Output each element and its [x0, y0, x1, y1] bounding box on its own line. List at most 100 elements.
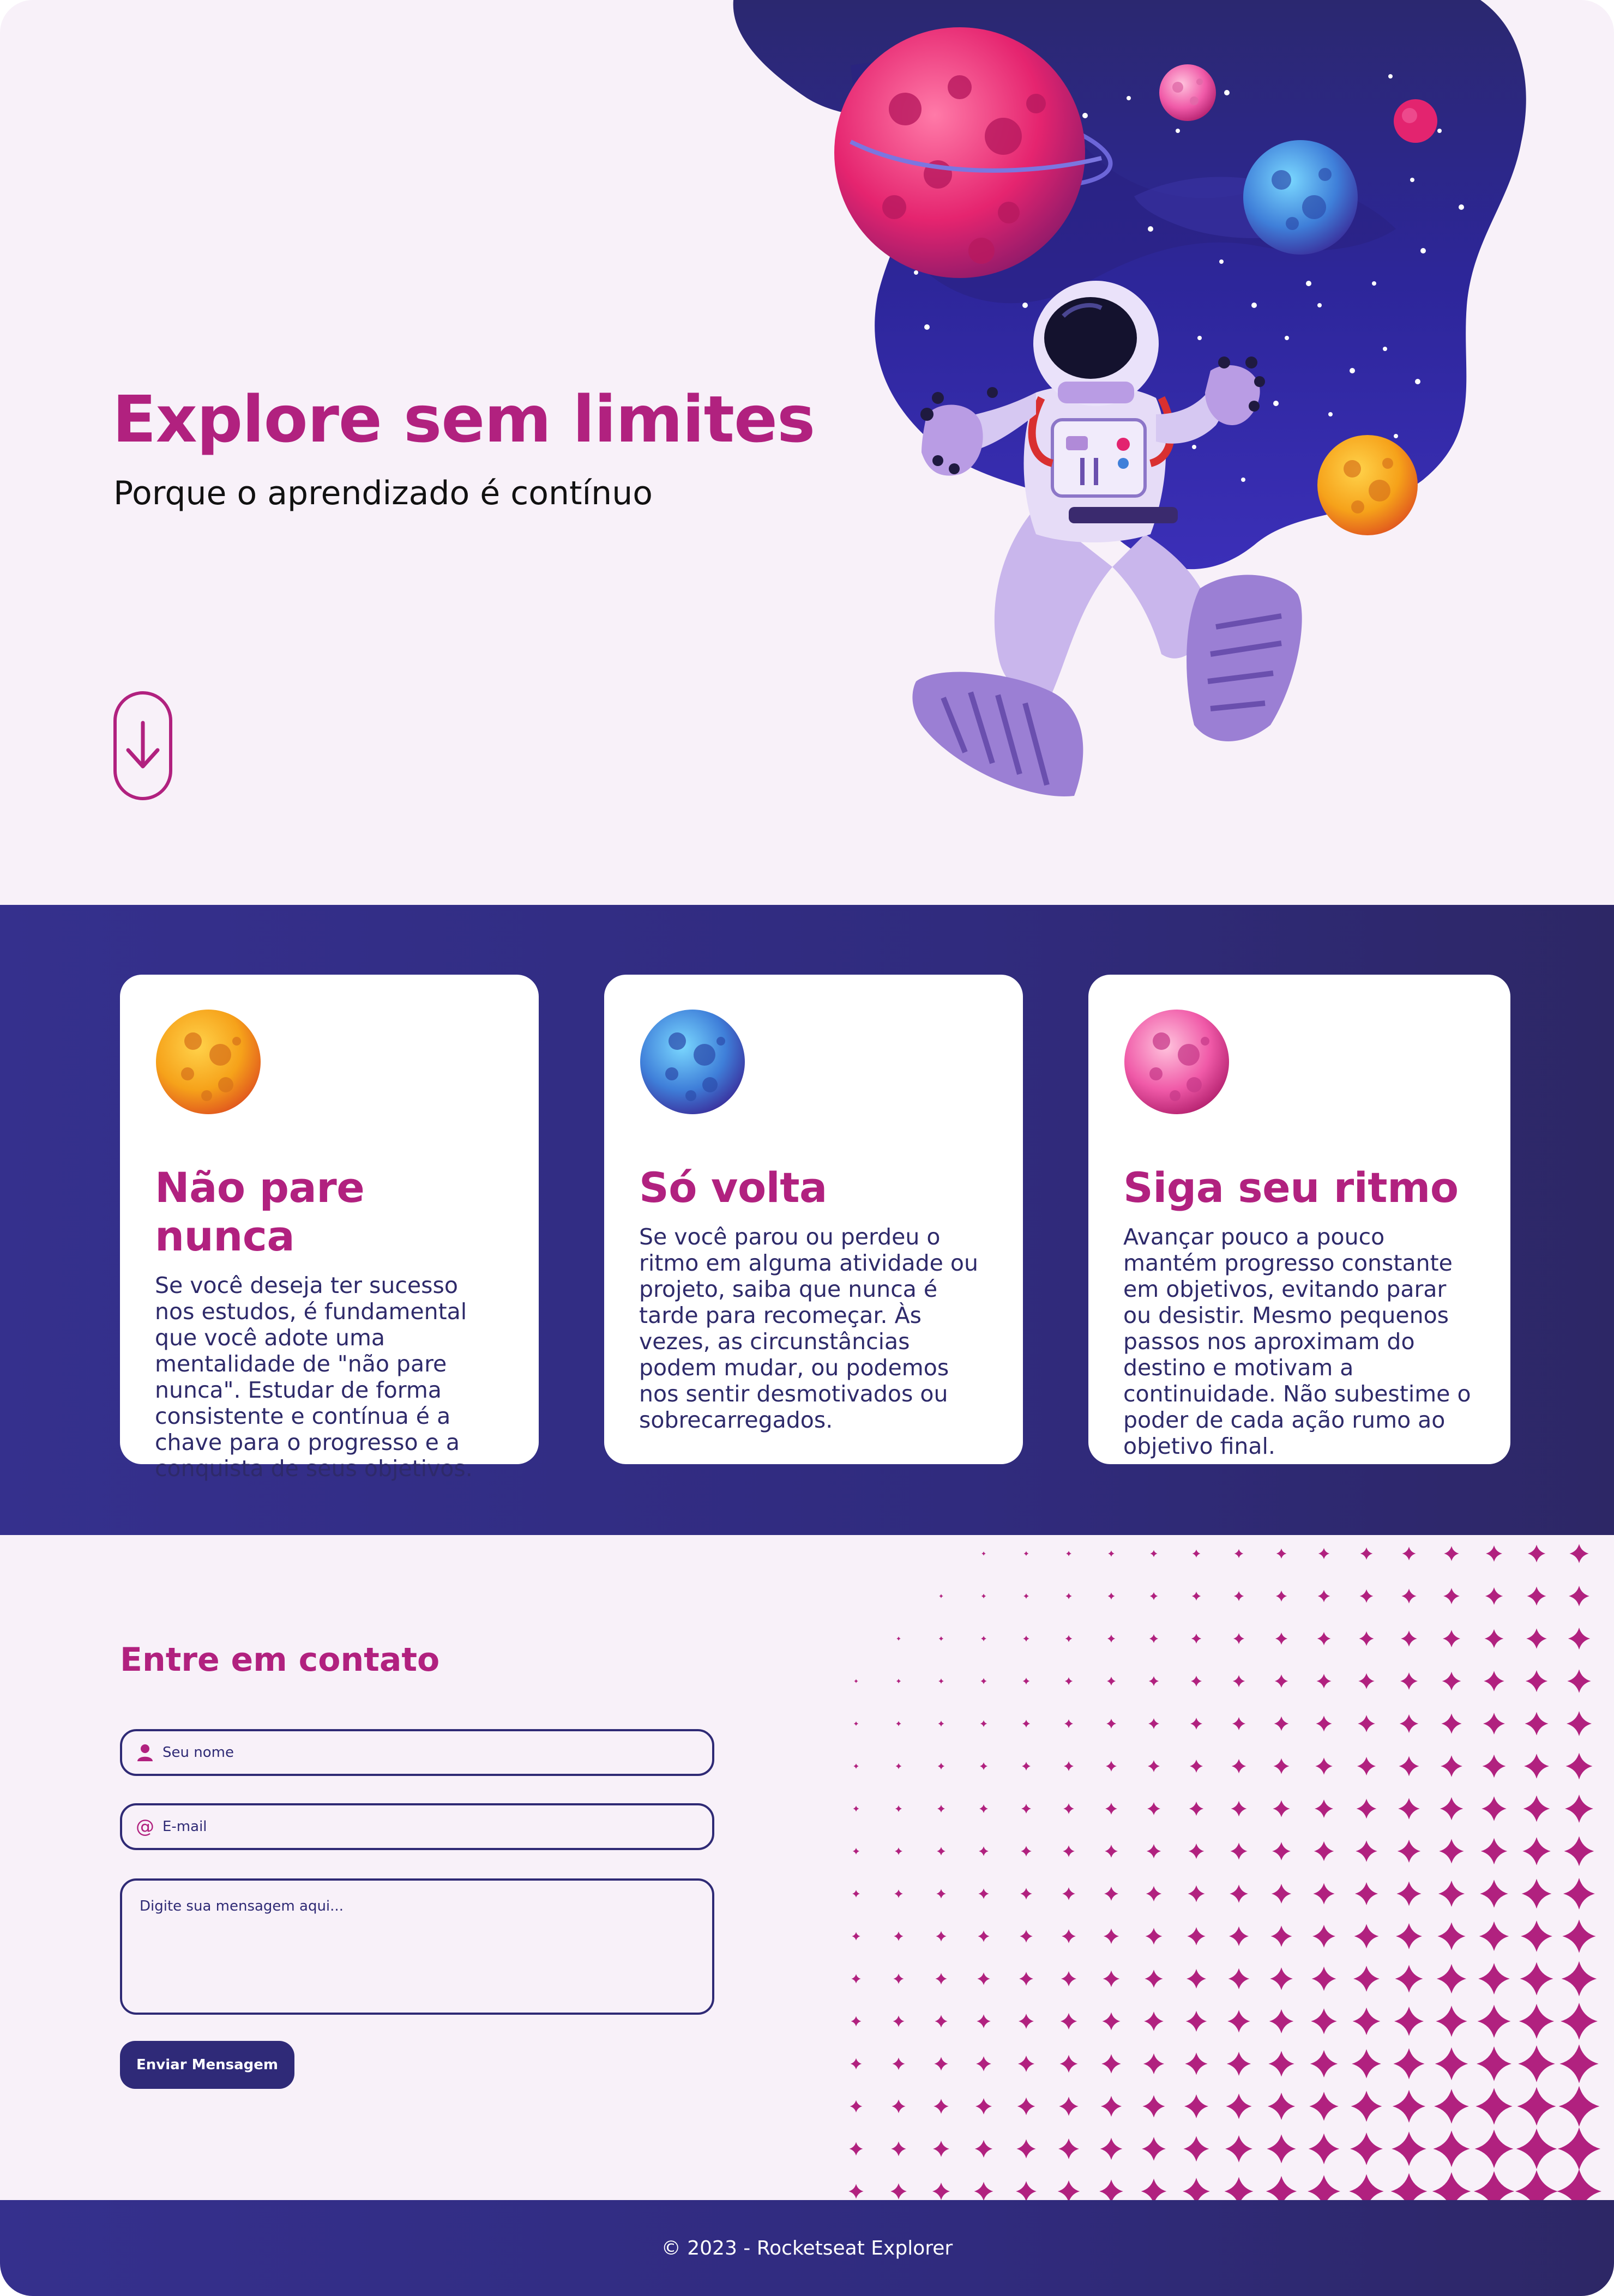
message-field[interactable] [120, 1878, 714, 2015]
star-shape [1561, 1961, 1597, 1997]
star-shape [1518, 2045, 1555, 2082]
star-shape [1481, 1796, 1507, 1821]
star-shape [1317, 1632, 1331, 1646]
star-shape [1064, 1677, 1073, 1685]
star-shape [1145, 1969, 1163, 1988]
star-shape [1353, 1966, 1380, 1992]
email-input[interactable] [161, 1818, 687, 1835]
star-shape [1568, 1627, 1591, 1650]
pink-planet-icon [1124, 1010, 1229, 1114]
star-shape [1525, 1712, 1549, 1736]
star-shape [937, 1762, 945, 1770]
star-shape [850, 2100, 863, 2113]
star-shape [1057, 2180, 1080, 2200]
name-field[interactable] [120, 1729, 714, 1776]
star-shape [1354, 1924, 1379, 1949]
star-shape [1274, 1674, 1288, 1688]
star-shape [1273, 1800, 1290, 1817]
star-shape [1567, 1669, 1591, 1693]
star-shape [1064, 1761, 1074, 1771]
star-shape [893, 2015, 905, 2027]
star-shape [1020, 1930, 1033, 1943]
star-shape [1564, 1836, 1594, 1866]
star-shape [1147, 1802, 1160, 1815]
email-field[interactable]: @ [120, 1803, 714, 1850]
send-message-button[interactable]: Enviar Mensagem [120, 2041, 294, 2089]
card-text: Se você parou ou perdeu o ritmo em algum… [639, 1224, 978, 1433]
star-shape [1017, 2055, 1035, 2073]
star-shape [1526, 1628, 1547, 1649]
star-shape [1276, 1548, 1287, 1559]
star-shape [1019, 2014, 1034, 2029]
star-shape [1315, 1757, 1333, 1775]
star-shape [977, 1972, 990, 1985]
star-shape [1058, 2138, 1079, 2159]
star-shape [1149, 1592, 1158, 1600]
star-shape [981, 1636, 986, 1641]
star-shape [1444, 1546, 1459, 1561]
star-shape [1059, 2055, 1078, 2073]
star-shape [1065, 1635, 1073, 1642]
star-shape [1352, 2049, 1381, 2079]
star-shape [1524, 1754, 1549, 1779]
star-shape [1318, 1548, 1330, 1560]
landing-page: Explore sem limites Porque o aprendizado… [0, 0, 1614, 2296]
star-shape [1063, 1803, 1074, 1814]
star-shape [1309, 2092, 1339, 2121]
star-shape [1270, 1967, 1293, 1990]
star-shape [848, 2184, 864, 2199]
star-shape [1317, 1590, 1330, 1603]
star-shape [1101, 2054, 1121, 2074]
star-shape [978, 1888, 989, 1899]
star-shape [1023, 1593, 1029, 1599]
star-shape [1100, 2137, 1123, 2160]
star-shape [1146, 1844, 1161, 1859]
star-shape [1519, 2003, 1555, 2039]
star-shape [852, 1932, 860, 1941]
star-shape [892, 2099, 906, 2113]
star-shape [853, 1805, 859, 1812]
star-shape [1314, 1799, 1334, 1818]
star-shape [1269, 2009, 1294, 2034]
scroll-down-button[interactable] [113, 691, 172, 800]
star-shape [849, 2142, 863, 2156]
star-shape [1484, 1671, 1504, 1691]
star-shape [1517, 2087, 1556, 2126]
star-shape [1436, 1963, 1467, 1994]
star-shape [1437, 1922, 1466, 1950]
star-shape [1441, 1713, 1462, 1734]
star-shape [934, 2057, 948, 2071]
user-icon [134, 1742, 156, 1763]
star-shape [1273, 1758, 1290, 1774]
star-shape [1106, 1761, 1117, 1772]
star-shape [1401, 1588, 1417, 1604]
star-shape [894, 1889, 903, 1898]
star-shape [1060, 2013, 1077, 2030]
star-shape [1557, 2169, 1601, 2200]
star-shape [1521, 1878, 1552, 1909]
star-shape [1349, 2174, 1384, 2200]
star-shape [1190, 1717, 1203, 1730]
star-shape [1228, 1926, 1249, 1947]
star-shape [1522, 1837, 1551, 1865]
message-input[interactable] [138, 1897, 697, 2003]
star-shape [895, 1763, 902, 1769]
star-shape [1557, 2127, 1601, 2171]
star-shape [1146, 1886, 1162, 1902]
star-shape [1183, 2178, 1210, 2200]
star-shape [937, 1847, 945, 1856]
star-shape [1358, 1673, 1375, 1689]
star-shape [1103, 1928, 1119, 1944]
star-shape [1314, 1841, 1334, 1862]
star-shape [1359, 1589, 1374, 1603]
star-shape [938, 1720, 944, 1727]
star-shape [974, 2140, 993, 2158]
star-shape [1187, 1969, 1206, 1989]
name-input[interactable] [161, 1744, 687, 1761]
star-shape [1190, 1675, 1202, 1687]
star-shape [1397, 1839, 1421, 1863]
star-shape [1020, 1888, 1032, 1900]
star-shape [1191, 1591, 1201, 1601]
star-shape [1230, 1884, 1248, 1903]
star-shape [1354, 1882, 1378, 1906]
